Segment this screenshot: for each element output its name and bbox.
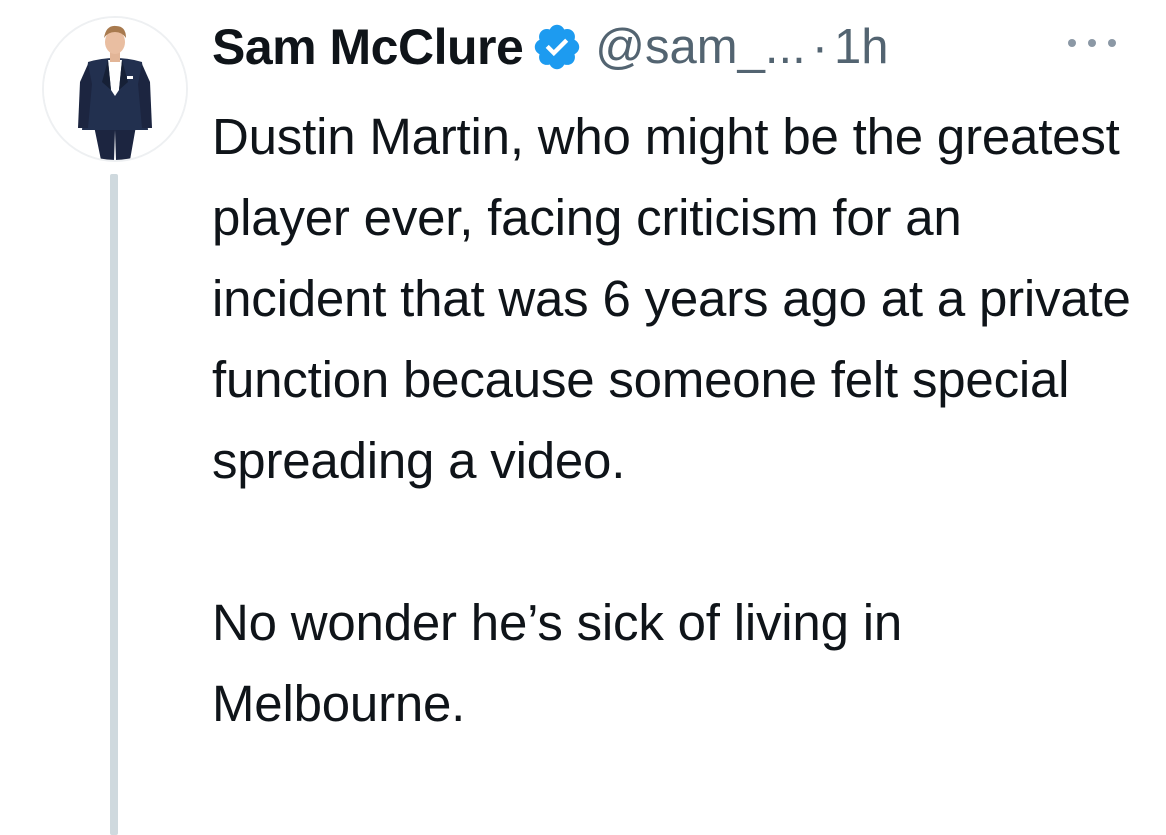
tweet[interactable]: Sam McClure @sam_... · 1h Dustin Martin,… [0, 0, 1166, 835]
avatar-person-image [44, 18, 186, 160]
tweet-timestamp[interactable]: 1h [834, 19, 889, 75]
tweet-text: Dustin Martin, who might be the greatest… [212, 96, 1142, 744]
more-dot [1108, 39, 1116, 47]
author-handle[interactable]: @sam_... [595, 19, 805, 75]
separator-dot: · [811, 20, 829, 74]
tweet-header: Sam McClure @sam_... · 1h [212, 12, 889, 82]
tweet-paragraph-2: No wonder he’s sick of living in Melbour… [212, 594, 902, 732]
verified-badge-icon [535, 24, 580, 70]
tweet-paragraph-1: Dustin Martin, who might be the greatest… [212, 108, 1131, 489]
more-dot [1088, 39, 1096, 47]
more-dot [1068, 39, 1076, 47]
more-dots-icon[interactable] [1068, 28, 1116, 58]
author-display-name[interactable]: Sam McClure [212, 18, 524, 76]
thread-line [110, 174, 118, 835]
avatar[interactable] [42, 16, 188, 162]
